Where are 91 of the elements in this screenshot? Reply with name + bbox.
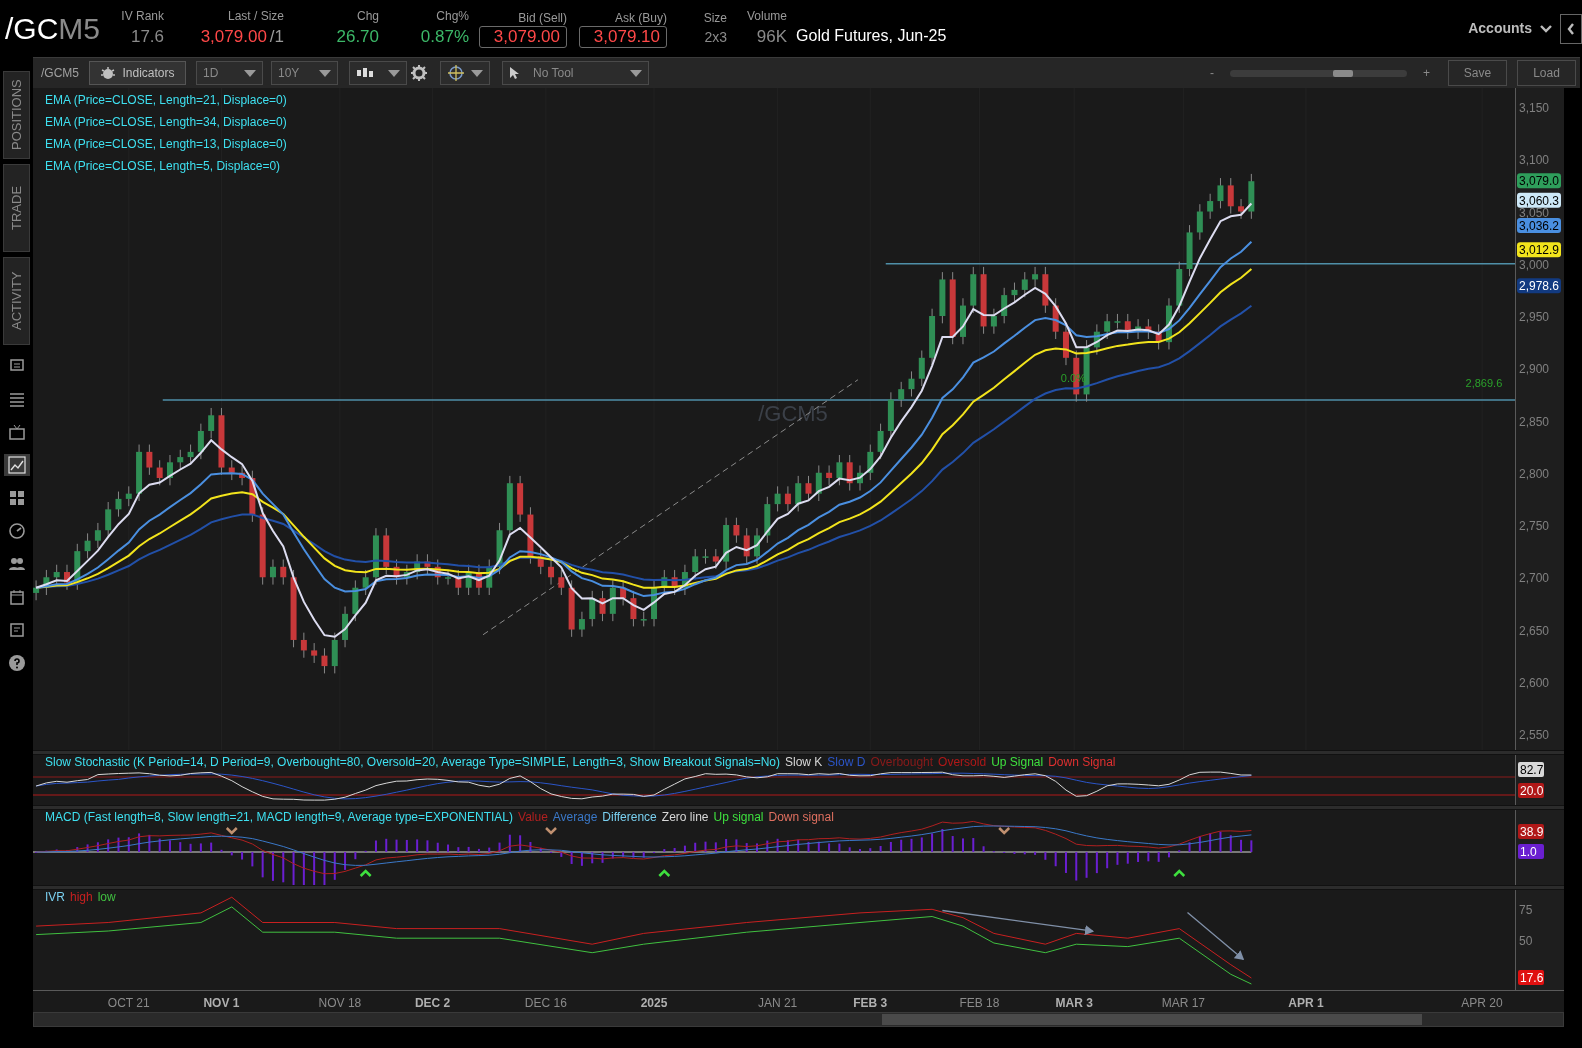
axis-label: 2,600 bbox=[1519, 675, 1550, 690]
quote-price: 3,079.10 bbox=[579, 25, 668, 48]
date-label: APR 1 bbox=[1288, 995, 1324, 1012]
field-label: Chg bbox=[357, 7, 380, 24]
date-label: DEC 16 bbox=[524, 995, 567, 1012]
change-value: 0.87% bbox=[420, 25, 470, 48]
date-label: MAR 3 bbox=[1055, 995, 1093, 1012]
zoom-out-button[interactable]: - bbox=[1210, 64, 1214, 82]
study-title: MACD (Fast length=8, Slow length=21, MACD length=9, Average type=EXPONENTIAL) bbox=[45, 810, 513, 825]
date-label: DEC 2 bbox=[414, 995, 451, 1012]
legend-item: Value bbox=[518, 810, 548, 825]
date-label: APR 20 bbox=[1461, 995, 1503, 1012]
load-button[interactable]: Load bbox=[1517, 60, 1576, 86]
axis-label: 3,050 bbox=[1519, 205, 1550, 220]
study-label: EMA (Price=CLOSE, Length=34, Displace=0) bbox=[45, 114, 287, 131]
axis-label: 2,900 bbox=[1519, 362, 1550, 377]
chart-symbol: /GCM5 bbox=[41, 65, 80, 82]
study-label: EMA (Price=CLOSE, Length=5, Displace=0) bbox=[45, 158, 282, 175]
last-size: /1 bbox=[269, 25, 285, 48]
axis-label: 2,750 bbox=[1519, 519, 1550, 533]
axis-label: 2,850 bbox=[1519, 414, 1550, 429]
legend-item: Overbought bbox=[870, 755, 934, 770]
date-label: JAN 21 bbox=[757, 995, 798, 1012]
axis-label: 3,150 bbox=[1519, 101, 1550, 115]
legend-item: high bbox=[70, 890, 93, 905]
panel-title: IVR bbox=[45, 890, 65, 905]
legend-item: Down Signal bbox=[1048, 755, 1116, 770]
field-label: Chg% bbox=[436, 7, 470, 24]
axis-label: 2,650 bbox=[1519, 623, 1550, 638]
axis-label: 2,550 bbox=[1519, 728, 1550, 742]
legend-item: Up signal bbox=[713, 810, 764, 825]
zoom-in-button[interactable]: + bbox=[1423, 64, 1430, 82]
value-tag: 20.0 bbox=[1518, 783, 1544, 798]
accounts-menu[interactable]: Accounts bbox=[1468, 18, 1552, 39]
save-button[interactable]: Save bbox=[1448, 60, 1507, 86]
legend-item: Zero line bbox=[661, 810, 709, 825]
indicators-button[interactable]: Indicators bbox=[89, 61, 186, 85]
price-tag: 3,012.9 bbox=[1517, 242, 1561, 258]
axis-label: 2,700 bbox=[1519, 571, 1550, 586]
field-value: 2x3 bbox=[704, 27, 728, 47]
axis-label: 75 bbox=[1519, 903, 1533, 918]
change-value: 26.70 bbox=[336, 25, 380, 48]
instrument-description: Gold Futures, Jun-25 bbox=[796, 25, 947, 46]
date-label: FEB 3 bbox=[853, 995, 888, 1012]
field-label: Volume bbox=[747, 7, 788, 24]
price-tag: 3,079.0 bbox=[1517, 173, 1561, 189]
legend-item: Slow K bbox=[785, 755, 823, 770]
field-label: Last / Size bbox=[228, 7, 285, 24]
axis-label: 3,100 bbox=[1519, 153, 1550, 168]
tool-dropdown[interactable]: No Tool bbox=[502, 61, 649, 85]
date-label: FEB 18 bbox=[959, 995, 1000, 1012]
value-tag: 17.6 bbox=[1518, 970, 1544, 985]
field-label: Ask (Buy) bbox=[615, 9, 668, 26]
price-tag: 2,978.6 bbox=[1517, 278, 1561, 294]
period-dropdown[interactable]: 10Y bbox=[271, 61, 338, 85]
value-tag: 1.0 bbox=[1518, 844, 1544, 859]
symbol-root: /GC bbox=[5, 13, 59, 44]
study-label: EMA (Price=CLOSE, Length=13, Displace=0) bbox=[45, 136, 287, 153]
axis-label: 50 bbox=[1519, 933, 1533, 948]
date-label: OCT 21 bbox=[107, 995, 150, 1012]
legend-item: Oversold bbox=[938, 755, 987, 770]
value-tag: 82.7 bbox=[1518, 762, 1544, 777]
axis-label: 2,800 bbox=[1519, 466, 1550, 481]
legend-item: low bbox=[97, 890, 116, 905]
legend-item: Difference bbox=[602, 810, 657, 825]
legend-item: Slow D bbox=[827, 755, 866, 770]
date-label: NOV 1 bbox=[203, 995, 240, 1012]
field-label: Size bbox=[703, 9, 728, 26]
field-value: 96K bbox=[756, 25, 788, 48]
value-tag: 38.9 bbox=[1518, 824, 1544, 839]
last-price: 3,079.00 bbox=[200, 25, 267, 48]
level-label: 2,869.6 bbox=[1465, 377, 1503, 390]
axis-label: 2,950 bbox=[1519, 310, 1550, 324]
date-label: MAR 17 bbox=[1161, 995, 1206, 1012]
study-title: Slow Stochastic (K Period=14, D Period=9, Overbought=80, Oversold=20, Average Type=SIMPLE, Length=3, Show Breakout Signals=No) bbox=[45, 755, 780, 770]
field-label: Bid (Sell) bbox=[518, 9, 568, 26]
aggregation-dropdown[interactable]: 1D bbox=[196, 61, 263, 85]
legend-item: Average bbox=[552, 810, 598, 825]
field-label: IV Rank bbox=[121, 7, 165, 24]
legend-item: Up Signal bbox=[991, 755, 1044, 770]
legend-item: Down signal bbox=[768, 810, 834, 825]
quote-price: 3,079.00 bbox=[479, 25, 568, 48]
date-label: NOV 18 bbox=[318, 995, 362, 1012]
date-label: 2025 bbox=[640, 995, 668, 1012]
study-label: EMA (Price=CLOSE, Length=21, Displace=0) bbox=[45, 92, 287, 109]
side-tab[interactable]: POSITIONS bbox=[3, 71, 30, 159]
field-value: 17.6 bbox=[130, 25, 165, 48]
symbol-month: M5 bbox=[58, 13, 101, 44]
side-tab[interactable]: ACTIVITY bbox=[3, 257, 30, 345]
axis-label: 3,000 bbox=[1519, 257, 1550, 272]
side-tab[interactable]: TRADE bbox=[3, 164, 30, 252]
